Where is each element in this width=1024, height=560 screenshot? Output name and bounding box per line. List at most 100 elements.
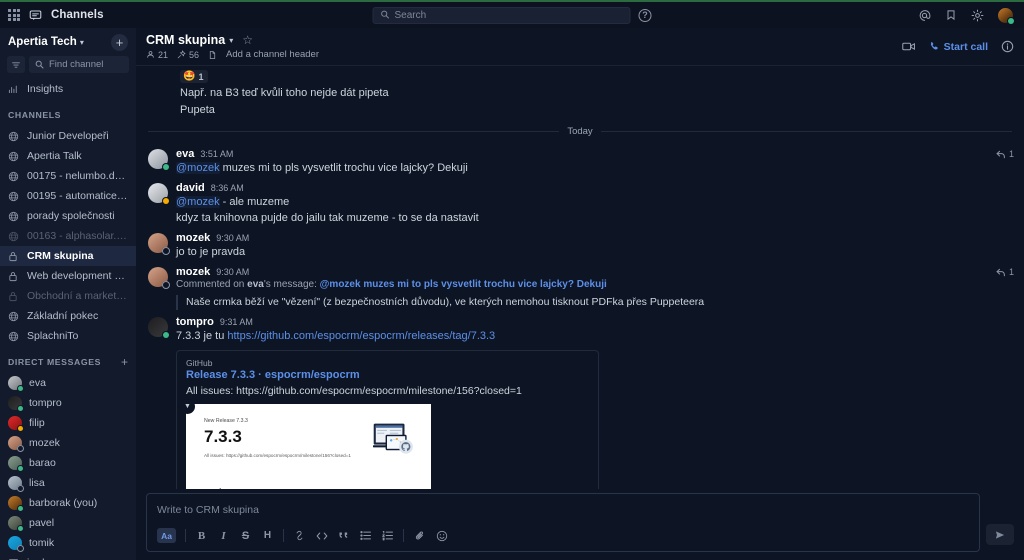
link-icon[interactable] (293, 529, 306, 542)
search-placeholder: Search (394, 9, 427, 21)
sidebar-dm-pavel[interactable]: pavel (0, 513, 136, 533)
sidebar-dm-eva[interactable]: eva (0, 373, 136, 393)
channels-category-header[interactable]: CHANNELS (0, 104, 136, 126)
sidebar-dm-label: mozek (29, 437, 60, 449)
reply-count[interactable]: 1 (996, 267, 1014, 277)
sidebar-item-00195-automaticerp-com[interactable]: 00195 - automaticerp.com (0, 186, 136, 206)
channel-header-file-icon[interactable] (208, 50, 217, 60)
sidebar-item-00163-alphasolar-autoc[interactable]: 00163 - alphasolar.autoc... (0, 226, 136, 246)
post-text: 7.3.3 je tu https://github.com/espocrm/e… (176, 330, 496, 342)
message-input[interactable]: Write to CRM skupina (147, 494, 979, 528)
collapse-preview-icon[interactable]: ▼ (180, 399, 195, 414)
start-call-button[interactable]: Start call (929, 41, 988, 53)
sidebar-scroll[interactable]: Insights CHANNELS Junior Developeři Apert… (0, 79, 136, 560)
sidebar-item-label: Insights (27, 83, 64, 95)
reaction-emoji: 🤩 (183, 71, 196, 82)
post-username[interactable]: david (176, 182, 205, 194)
sidebar-item-label: Apertia Talk (27, 150, 82, 162)
search-input[interactable]: Search (372, 6, 631, 24)
reaction-pill[interactable]: 🤩 1 (180, 70, 209, 83)
send-message-button[interactable] (986, 524, 1014, 545)
sidebar-item-junior-develope-i[interactable]: Junior Developeři (0, 126, 136, 146)
mention-link[interactable]: @mozek (176, 162, 220, 174)
sidebar-dm-tomik[interactable]: tomik (0, 533, 136, 553)
product-switcher-grid-icon[interactable] (8, 9, 20, 21)
italic-icon[interactable]: I (217, 529, 230, 542)
members-icon (147, 51, 154, 58)
at-mention-icon[interactable] (918, 9, 931, 22)
post-username[interactable]: tompro (176, 316, 214, 328)
sidebar-dm-filip[interactable]: filip (0, 413, 136, 433)
strikethrough-icon[interactable]: S (239, 529, 252, 542)
preview-image-version: 7.3.3 (204, 427, 242, 446)
avatar[interactable] (148, 317, 170, 339)
sidebar-item-crm-skupina[interactable]: CRM skupina (0, 246, 136, 266)
avatar[interactable] (148, 149, 170, 171)
post-username[interactable]: mozek (176, 232, 210, 244)
bulleted-list-icon[interactable] (359, 529, 372, 542)
attachment-paperclip-icon[interactable] (413, 529, 426, 542)
post-username[interactable]: mozek (176, 266, 210, 278)
code-icon[interactable] (315, 529, 328, 542)
globe-icon (8, 171, 20, 182)
sidebar-dm-tompro[interactable]: tompro (0, 393, 136, 413)
start-call-label: Start call (943, 40, 988, 53)
sidebar-dm-jarda[interactable]: jarda (0, 553, 136, 560)
sidebar-item-obchodn-a-marketingov[interactable]: Obchodní a marketingov... (0, 286, 136, 306)
message-composer[interactable]: Write to CRM skupina Aa B I S H (146, 493, 980, 552)
formatting-toggle-icon[interactable]: Aa (157, 528, 176, 543)
sidebar-dm-lisa[interactable]: lisa (0, 473, 136, 493)
heading-icon[interactable]: H (261, 529, 274, 542)
search-icon (381, 6, 390, 24)
post-list[interactable]: 🤩 1 Např. na B3 teď kvůli toho nejde dát… (136, 66, 1024, 489)
comment-link[interactable]: @mozek muzes mi to pls vysvetlit trochu … (320, 279, 607, 290)
date-divider: Today (148, 126, 1013, 137)
member-count[interactable]: 21 (146, 50, 168, 60)
chevron-down-icon[interactable]: ▾ (229, 36, 233, 45)
reply-count[interactable]: 1 (996, 149, 1014, 159)
sidebar-dm-barborak-you[interactable]: barborak (you) (0, 493, 136, 513)
sidebar-item-z-kladn-pokec[interactable]: Základní pokec (0, 306, 136, 326)
status-online-icon (16, 384, 24, 392)
channel-info-icon[interactable] (1001, 40, 1014, 53)
quote-icon[interactable] (337, 529, 350, 542)
find-channel-input[interactable]: Find channel (29, 56, 129, 73)
settings-gear-icon[interactable] (971, 9, 984, 22)
favorite-star-icon[interactable]: ☆ (242, 33, 253, 47)
preview-title[interactable]: Release 7.3.3 · espocrm/espocrm (186, 369, 589, 381)
channel-title[interactable]: CRM skupina (146, 33, 225, 47)
sidebar-dm-mozek[interactable]: mozek (0, 433, 136, 453)
avatar[interactable] (148, 233, 170, 255)
sidebar-item-insights[interactable]: Insights (0, 79, 136, 99)
saved-posts-icon[interactable] (945, 9, 957, 21)
dm-category-header[interactable]: DIRECT MESSAGES + (0, 351, 136, 373)
sidebar-item-splachnito[interactable]: SplachniTo (0, 326, 136, 346)
channel-list: Junior Developeři Apertia Talk 00175 - nel… (0, 126, 136, 346)
avatar[interactable] (148, 183, 170, 205)
video-camera-icon[interactable] (901, 41, 916, 52)
help-icon[interactable]: ? (638, 8, 652, 22)
emoji-icon[interactable] (435, 529, 448, 542)
add-channel-button[interactable]: + (111, 33, 128, 51)
sidebar-item-apertia-talk[interactable]: Apertia Talk (0, 146, 136, 166)
add-dm-button[interactable]: + (121, 356, 128, 368)
avatar[interactable] (148, 267, 170, 289)
numbered-list-icon[interactable] (381, 529, 394, 542)
phone-icon (930, 42, 938, 50)
sidebar-item-porady-spole-nosti[interactable]: porady společnosti (0, 206, 136, 226)
preview-site-name: GitHub (186, 358, 213, 368)
mention-link[interactable]: @mozek (176, 196, 220, 208)
user-avatar[interactable] (998, 7, 1015, 25)
sidebar-item-00175-nelumbo-devcrm[interactable]: 00175 - nelumbo.devcrm... (0, 166, 136, 186)
add-channel-header-button[interactable]: Add a channel header (226, 49, 319, 60)
bold-icon[interactable]: B (195, 529, 208, 542)
status-offline-icon (162, 247, 170, 255)
channel-filter-icon[interactable] (7, 56, 25, 73)
preview-illustration-icon (373, 423, 413, 454)
sidebar-dm-barao[interactable]: barao (0, 453, 136, 473)
post-username[interactable]: eva (176, 148, 194, 160)
sidebar-item-web-development-skupina[interactable]: Web development skupina (0, 266, 136, 286)
team-header[interactable]: Apertia Tech ▾ + (0, 28, 136, 56)
pinned-count[interactable]: 56 (177, 50, 199, 60)
post-link[interactable]: https://github.com/espocrm/espocrm/relea… (227, 330, 495, 342)
